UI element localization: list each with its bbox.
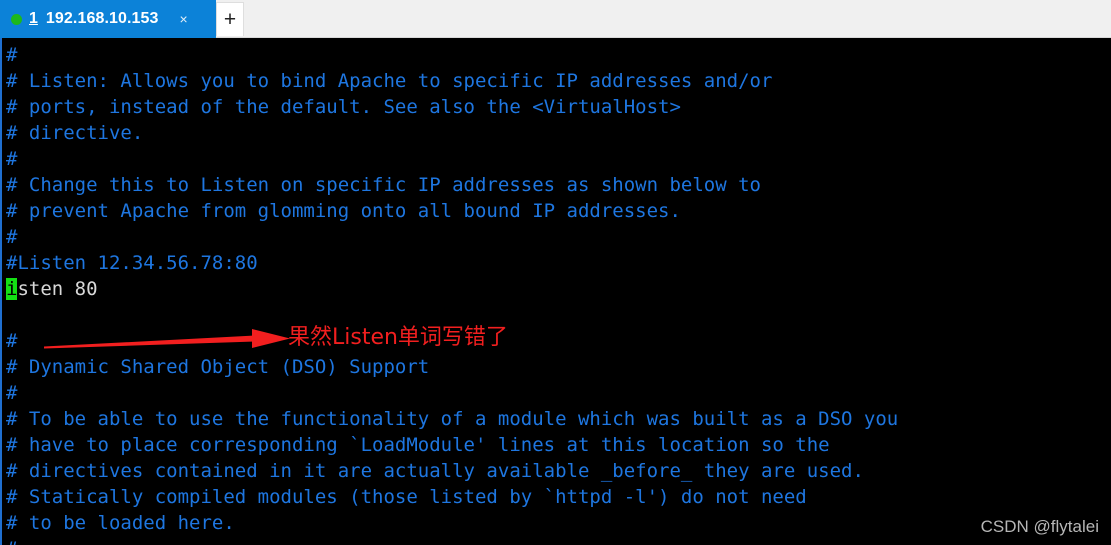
tab-index-label: 1	[29, 10, 38, 27]
terminal-left-border	[0, 38, 2, 545]
green-status-dot-icon	[11, 13, 22, 25]
annotation-text: 果然Listen单词写错了	[288, 325, 508, 350]
terminal-line: isten 80	[6, 276, 1111, 302]
terminal-line: #	[6, 382, 18, 404]
terminal-line: # Change this to Listen on specific IP a…	[6, 174, 761, 196]
terminal-window: 1 192.168.10.153 × + # # Listen: Allows y…	[0, 0, 1111, 545]
terminal-line: #	[6, 148, 18, 170]
tab-bar: 1 192.168.10.153 × +	[0, 0, 1111, 38]
terminal-line: # Listen: Allows you to bind Apache to s…	[6, 70, 773, 92]
terminal-screen[interactable]: # # Listen: Allows you to bind Apache to …	[0, 38, 1111, 545]
terminal-text-area[interactable]: # # Listen: Allows you to bind Apache to …	[6, 42, 1111, 545]
terminal-line: # To be able to use the functionality of…	[6, 408, 899, 430]
terminal-line: #	[6, 536, 1111, 545]
watermark-label: CSDN @flytalei	[980, 517, 1099, 536]
terminal-line: # Dynamic Shared Object (DSO) Support	[6, 356, 430, 378]
terminal-line: #	[6, 44, 18, 66]
terminal-line: # directive.	[6, 122, 144, 144]
terminal-line: # Statically compiled modules (those lis…	[6, 486, 807, 508]
terminal-line: #	[6, 226, 18, 248]
terminal-line: # to be loaded here.	[6, 512, 235, 534]
close-icon[interactable]: ×	[180, 12, 188, 26]
tab-session-1[interactable]: 1 192.168.10.153 ×	[0, 0, 216, 38]
terminal-line: #	[6, 330, 18, 352]
terminal-line-text: sten 80	[17, 278, 98, 300]
new-tab-button[interactable]: +	[216, 2, 244, 36]
tab-bar-empty-area	[244, 0, 1111, 37]
terminal-line: #Listen 12.34.56.78:80	[6, 252, 258, 274]
text-cursor: i	[6, 278, 18, 300]
terminal-line: # ports, instead of the default. See als…	[6, 96, 681, 118]
terminal-line: # have to place corresponding `LoadModul…	[6, 434, 830, 456]
terminal-line: # prevent Apache from glomming onto all …	[6, 200, 681, 222]
tab-title-label: 192.168.10.153	[45, 10, 159, 27]
terminal-line: # directives contained in it are actuall…	[6, 460, 864, 482]
